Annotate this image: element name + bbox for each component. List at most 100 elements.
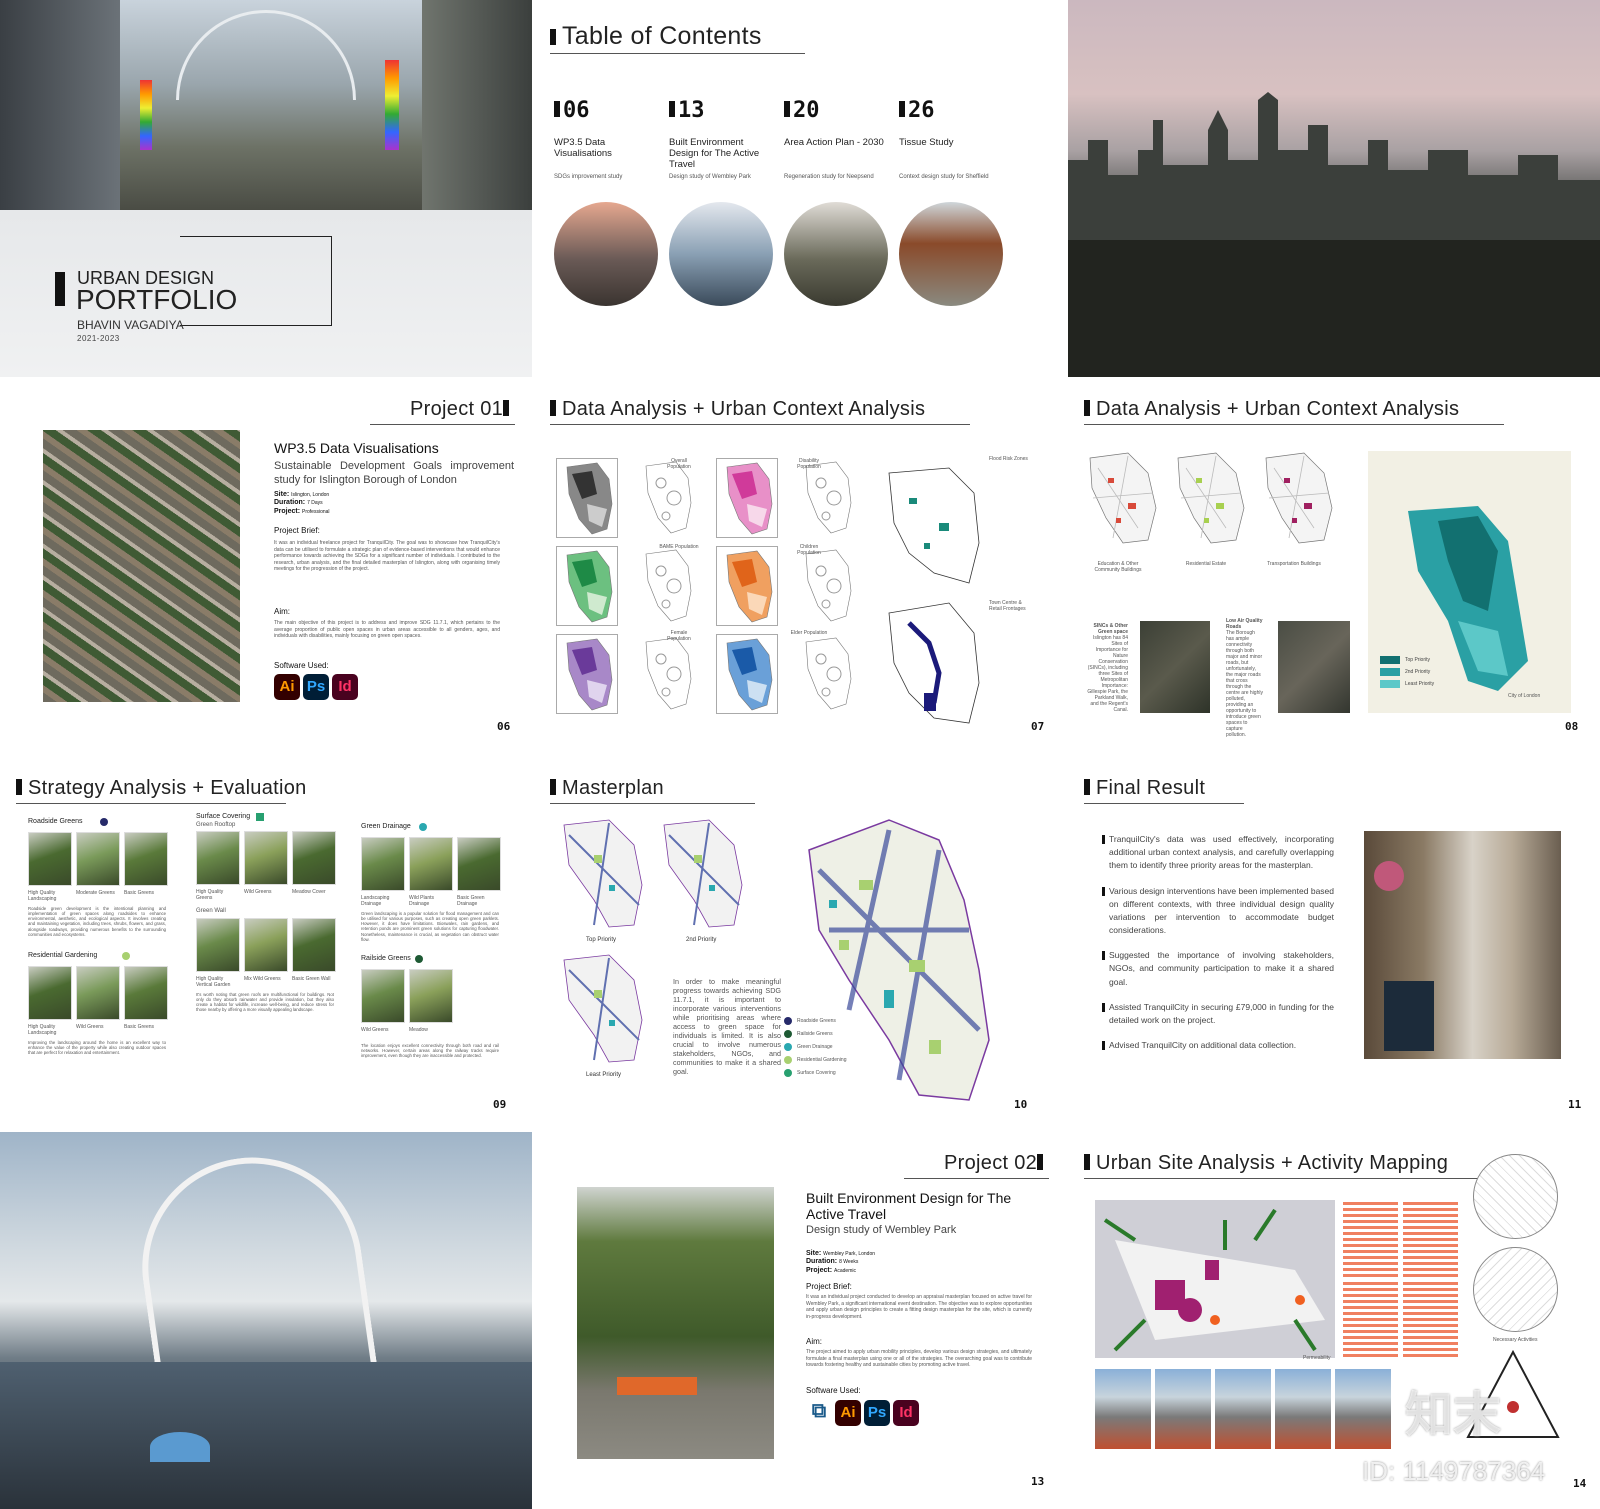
population-map xyxy=(796,634,858,714)
brief-text: It was an individual freelance project f… xyxy=(274,540,500,572)
strategy-page: Strategy Analysis + Evaluation 09 Roadsi… xyxy=(0,755,532,1132)
legend-swatch-icon xyxy=(256,813,264,821)
photo-caption: High Quality Greens xyxy=(196,889,224,901)
strategy-photo xyxy=(124,966,168,1020)
photo-caption: High Quality Landscaping xyxy=(28,890,57,902)
watermark-id: ID: 1149787364 xyxy=(1362,1456,1546,1486)
map-label: Overall Population xyxy=(667,458,691,470)
strategy-photo xyxy=(196,831,240,885)
site-photo xyxy=(1155,1369,1211,1449)
priority-map-label: Top Priority xyxy=(586,937,617,943)
sincs-text: SINCs & Other Green space Islington has 8… xyxy=(1087,623,1128,713)
illustrator-icon: Ai xyxy=(835,1400,861,1426)
wembley-park-photo xyxy=(577,1187,774,1459)
strategy-photo xyxy=(28,832,72,886)
sincs-satellite-map xyxy=(1140,621,1210,713)
legend-swatch-icon xyxy=(419,823,427,831)
population-map xyxy=(556,634,618,714)
photo-caption: Landscaping Drainage xyxy=(361,895,390,907)
map-label: Disability Population xyxy=(797,458,821,470)
masterplan-legend-item: Railside Greens xyxy=(784,1030,846,1038)
toc-entry-photo[interactable] xyxy=(899,202,1003,306)
masterplan-heading: Masterplan xyxy=(550,777,664,800)
strategy-photo xyxy=(76,966,120,1020)
activity-map-tile xyxy=(1403,1202,1458,1277)
activity-map-tile xyxy=(1343,1202,1398,1277)
city-of-london-label: City of London xyxy=(1508,693,1541,699)
toc-entry-number[interactable]: 20 xyxy=(784,98,820,123)
toc-entry-photo[interactable] xyxy=(554,202,658,306)
activity-circle-map xyxy=(1473,1154,1558,1239)
population-map xyxy=(796,458,858,538)
site-photo xyxy=(1275,1369,1331,1449)
project02-title: Built Environment Design for The Active … xyxy=(806,1190,1012,1223)
photo-caption: Basic Green Wall xyxy=(292,976,331,982)
site-photo xyxy=(1335,1369,1391,1449)
strategy-photo xyxy=(409,969,453,1023)
masterplan-legend-item: Surface Covering xyxy=(784,1069,846,1077)
toc-entry-number[interactable]: 13 xyxy=(669,98,705,123)
toc-entry-title: Area Action Plan - 2030 xyxy=(784,137,884,148)
project02-subtitle: Design study of Wembley Park xyxy=(806,1224,957,1236)
masterplan-legend-item: Green Drainage xyxy=(784,1043,846,1051)
page-number: 09 xyxy=(493,1098,507,1111)
aim-text: The project aimed to apply urban mobilit… xyxy=(806,1349,1032,1368)
toc-entry-number[interactable]: 26 xyxy=(899,98,935,123)
permeability-label: Permeability xyxy=(1303,1355,1331,1361)
final-result-page: Final Result TranquilCity's data was use… xyxy=(1068,755,1600,1132)
town-centre-label: Town Centre & Retail Frontages xyxy=(989,600,1026,612)
photo-caption: Basic Greens xyxy=(124,1024,155,1030)
population-map xyxy=(636,634,698,714)
legend-hexagon-icon xyxy=(784,1056,792,1064)
necessary-activities-label: Necessary Activities xyxy=(1493,1337,1538,1343)
priority-map-label: Least Priority xyxy=(586,1072,622,1078)
street-photo xyxy=(1364,831,1561,1059)
strategy-text: The location enjoys excellent connectivi… xyxy=(361,1043,499,1059)
strategy-photo xyxy=(361,969,405,1023)
priority-map xyxy=(554,815,654,940)
project02-meta: Site: Wembley Park, London Duration: 8 W… xyxy=(806,1250,876,1274)
site-heading: Urban Site Analysis + Activity Mapping xyxy=(1084,1152,1448,1175)
software-icons: Ai Ps Id xyxy=(274,674,361,700)
result-bullet: Advised TranquilCity on additional data … xyxy=(1102,1039,1334,1052)
strategy-heading: Strategy Analysis + Evaluation xyxy=(16,777,307,800)
legend-hexagon-icon xyxy=(784,1017,792,1025)
project01-title: WP3.5 Data Visualisations xyxy=(274,440,439,456)
photo-caption: Wild Plants Drainage xyxy=(409,895,435,907)
indesign-icon: Id xyxy=(332,674,358,700)
map-label: BAME Population xyxy=(659,544,699,550)
toc-entry-photo[interactable] xyxy=(669,202,773,306)
photo-caption: Moderate Greens xyxy=(76,890,115,896)
brief-text: It was an individual project conducted t… xyxy=(806,1294,1032,1320)
priority-legend-item: Top Priority xyxy=(1380,656,1434,664)
site-analysis-page: Urban Site Analysis + Activity Mapping P… xyxy=(1068,1132,1600,1509)
cover-title: PORTFOLIO xyxy=(76,284,238,315)
strategy-title: Roadside Greens xyxy=(28,818,83,825)
population-map xyxy=(796,546,858,626)
photo-caption: High Quality Landscaping xyxy=(28,1024,57,1036)
strategy-text: It's worth noting that green roofs are m… xyxy=(196,992,334,1013)
page-number: 08 xyxy=(1565,720,1579,733)
population-map xyxy=(716,458,778,538)
masterplan-legend-item: Residential Gardening xyxy=(784,1056,846,1064)
population-map xyxy=(636,546,698,626)
strategy-photo xyxy=(124,832,168,886)
photo-caption: Basic Green Drainage xyxy=(457,895,485,907)
project01-subtitle: Sustainable Development Goals improvemen… xyxy=(274,460,514,486)
page-number: 13 xyxy=(1031,1475,1045,1488)
strategy-photo xyxy=(76,832,120,886)
aim-label: Aim: xyxy=(274,607,290,616)
toc-entry-number[interactable]: 06 xyxy=(554,98,590,123)
toc-entry-title: WP3.5 Data Visualisations xyxy=(554,137,612,159)
toc-entry-photo[interactable] xyxy=(784,202,888,306)
project02-page: Project 02 Built Environment Design for … xyxy=(534,1132,1066,1509)
software-label: Software Used: xyxy=(274,661,329,670)
context-map-label: Residential Estate xyxy=(1185,561,1227,567)
london-skyline-photo xyxy=(1068,0,1600,377)
strategy-photo xyxy=(196,918,240,972)
legend-swatch-icon xyxy=(122,952,130,960)
strategy-title: Green Drainage xyxy=(361,823,411,830)
masterplan-text: In order to make meaningful progress tow… xyxy=(673,977,781,1076)
masterplan-page: Masterplan In order to make meaningful p… xyxy=(534,755,1066,1132)
strategy-text: Improving the landscaping around the hom… xyxy=(28,1040,166,1056)
